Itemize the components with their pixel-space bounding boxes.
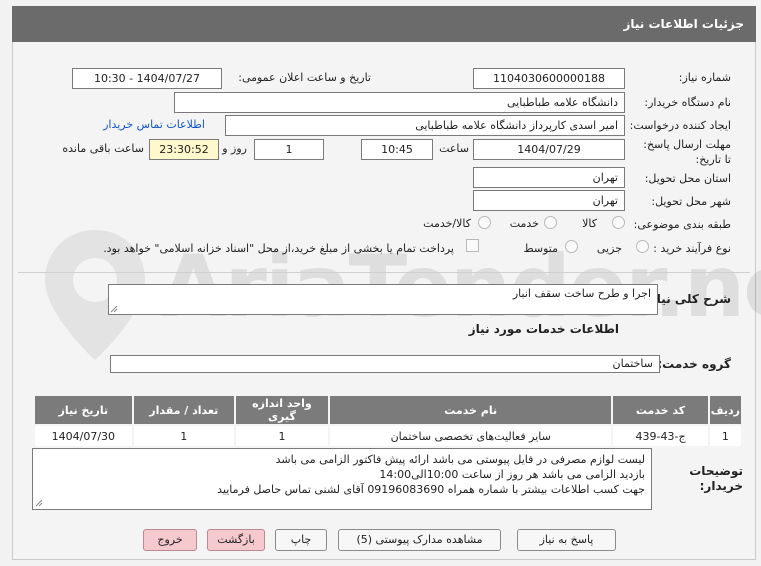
deadline-time-field: 10:45: [361, 139, 433, 160]
resize-grip-icon[interactable]: [35, 499, 43, 507]
page-title: جزئیات اطلاعات نیاز: [12, 6, 756, 42]
announce-label: تاریخ و ساعت اعلان عمومی:: [238, 71, 371, 84]
buyer-notes-line: لیست لوازم مصرفی در فایل پیوستی می باشد …: [275, 453, 645, 466]
category-label: طبقه بندی موضوعی:: [633, 218, 731, 231]
creator-field: امیر اسدی کارپرداز دانشگاه علامه طباطبای…: [225, 115, 625, 136]
divider: [18, 272, 750, 273]
col-quantity: تعداد / مقدار: [131, 394, 236, 426]
process-label: نوع فرآیند خرید :: [653, 242, 731, 255]
service-group-field: ساختمان: [110, 355, 660, 373]
view-attachments-button[interactable]: مشاهده مدارک پیوستی (5): [338, 529, 501, 551]
city-field: تهران: [473, 190, 625, 211]
announce-field: 1404/07/27 - 10:30: [72, 68, 222, 89]
process-option-medium: متوسط: [523, 242, 558, 255]
col-need-date: تاریخ نیاز: [33, 394, 134, 426]
category-option-service: خدمت: [509, 217, 539, 230]
process-radio-medium[interactable]: [565, 240, 578, 253]
city-label: شهر محل تحویل:: [651, 195, 731, 208]
reply-button[interactable]: پاسخ به نیاز: [517, 529, 616, 551]
buyer-notes-label: توضیحات خریدار:: [689, 464, 743, 493]
remaining-time-label: ساعت باقی مانده: [62, 142, 144, 155]
category-radio-service[interactable]: [544, 216, 557, 229]
process-option-minor: جزیی: [596, 242, 622, 255]
col-service-name: نام خدمت: [328, 394, 614, 426]
buyer-org-label: نام دستگاه خریدار:: [644, 96, 731, 109]
province-label: استان محل تحویل:: [644, 172, 731, 185]
summary-field: اجرا و طرح ساخت سقف انبار: [108, 284, 658, 315]
cell-service-name: سایر فعالیت‌های تخصصی ساختمان: [328, 424, 614, 448]
buyer-notes-line: جهت کسب اطلاعات بیشتر با شماره همراه 091…: [217, 483, 645, 496]
days-remaining-field: 1: [254, 139, 324, 160]
need-number-field: 1104030600000188: [473, 68, 625, 89]
buyer-notes-field: لیست لوازم مصرفی در فایل پیوستی می باشد …: [32, 448, 652, 510]
treasury-payment-checkbox[interactable]: [466, 239, 479, 252]
category-radio-goods[interactable]: [612, 216, 625, 229]
back-button[interactable]: بازگشت: [207, 529, 265, 551]
exit-button[interactable]: خروج: [143, 529, 197, 551]
creator-label: ایجاد کننده درخواست:: [629, 119, 731, 132]
cell-row: 1: [707, 424, 744, 448]
category-option-goods: کالا: [582, 217, 597, 230]
category-option-goods-service: کالا/خدمت: [423, 217, 471, 230]
buyer-notes-line: بازدید الزامی می باشد هر روز از ساعت 10:…: [379, 468, 645, 481]
col-unit: واحد اندازه گیری: [233, 394, 331, 426]
col-service-code: کد خدمت: [611, 394, 710, 426]
col-row: ردیف: [707, 394, 744, 426]
print-button[interactable]: چاپ: [275, 529, 327, 551]
cell-service-code: ج-43-439: [611, 424, 710, 448]
buyer-org-field: دانشگاه علامه طباطبایی: [174, 92, 625, 113]
services-heading: اطلاعات خدمات مورد نیاز: [468, 322, 619, 336]
table-row: 1 ج-43-439 سایر فعالیت‌های تخصصی ساختمان…: [33, 424, 744, 448]
treasury-payment-note: پرداخت تمام یا بخشی از مبلغ خرید،از محل …: [103, 242, 454, 255]
deadline-date-field: 1404/07/29: [473, 139, 625, 160]
cell-need-date: 1404/07/30: [33, 424, 134, 448]
process-radio-minor[interactable]: [636, 240, 649, 253]
services-table: ردیف کد خدمت نام خدمت واحد اندازه گیری ت…: [33, 394, 744, 448]
cell-quantity: 1: [131, 424, 236, 448]
province-field: تهران: [473, 167, 625, 188]
service-group-label: گروه خدمت:: [657, 357, 731, 371]
remaining-time-field: 23:30:52: [149, 139, 219, 160]
cell-unit: 1: [233, 424, 331, 448]
deadline-label: مهلت ارسال پاسخ: تا تاریخ:: [643, 138, 731, 166]
deadline-time-label: ساعت: [439, 142, 469, 155]
buyer-contact-link[interactable]: اطلاعات تماس خریدار: [103, 118, 205, 131]
days-label: روز و: [222, 142, 247, 155]
category-radio-goods-service[interactable]: [478, 216, 491, 229]
table-header-row: ردیف کد خدمت نام خدمت واحد اندازه گیری ت…: [33, 394, 744, 426]
resize-grip-icon[interactable]: [110, 305, 118, 313]
need-number-label: شماره نیاز:: [678, 71, 731, 84]
